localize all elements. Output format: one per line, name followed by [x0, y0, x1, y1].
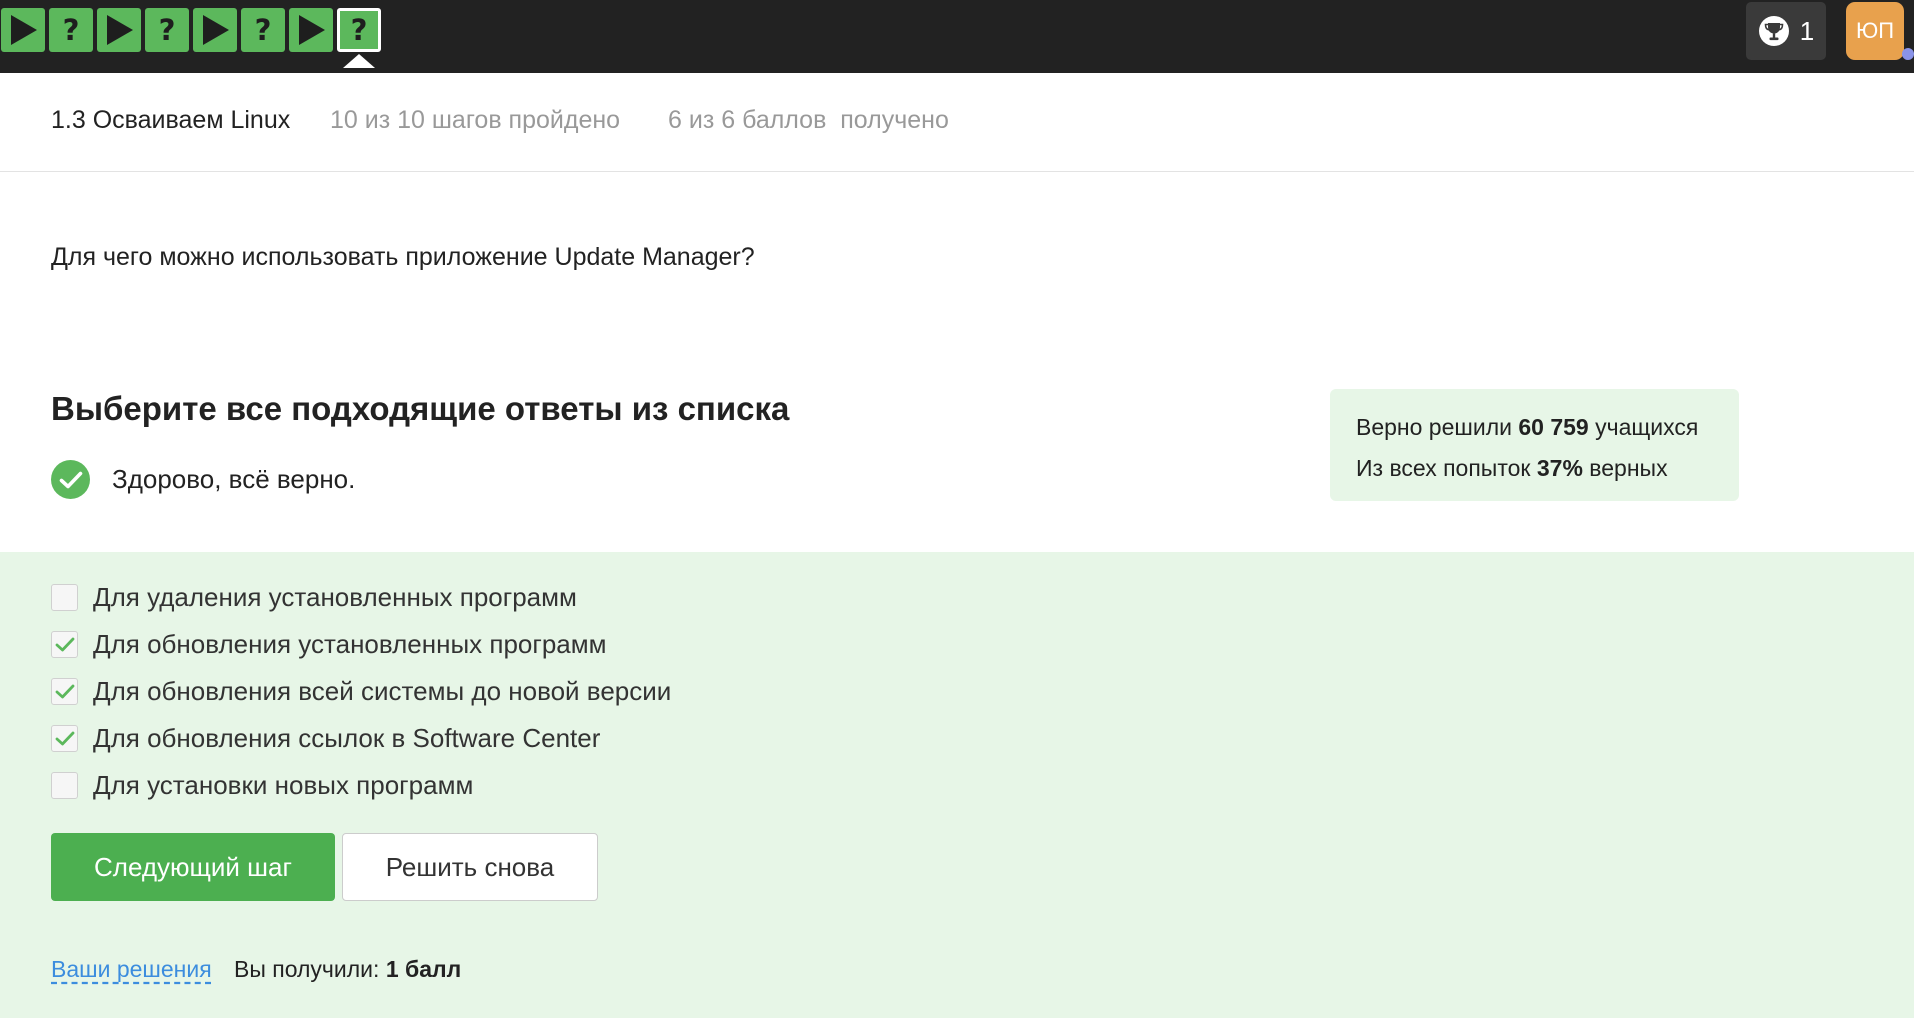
- checkmark-icon: [55, 684, 74, 699]
- play-icon: [11, 15, 37, 45]
- checkbox-unchecked[interactable]: [51, 772, 78, 799]
- next-step-button[interactable]: Следующий шаг: [51, 833, 335, 901]
- step-6-quiz[interactable]: ?: [241, 8, 285, 52]
- option-label: Для удаления установленных программ: [93, 582, 577, 612]
- trophy-count: 1: [1799, 15, 1815, 46]
- answer-option[interactable]: Для установки новых программ: [51, 770, 473, 801]
- step-4-quiz[interactable]: ?: [145, 8, 189, 52]
- checkbox-checked[interactable]: [51, 725, 78, 752]
- option-label: Для установки новых программ: [93, 770, 474, 800]
- solution-stats-panel: Верно решили 60 759 учащихся Из всех поп…: [1330, 389, 1739, 501]
- notification-dot: [1902, 48, 1914, 60]
- solve-again-button[interactable]: Решить снова: [342, 833, 598, 901]
- step-1-video[interactable]: [1, 8, 45, 52]
- lesson-header: 1.3 Осваиваем Linux 10 из 10 шагов пройд…: [0, 73, 1914, 172]
- step-5-video[interactable]: [193, 8, 237, 52]
- score-value: 1 балл: [385, 956, 462, 982]
- answer-heading: Выберите все подходящие ответы из списка: [51, 390, 790, 427]
- option-label: Для обновления всей системы до новой вер…: [93, 676, 672, 706]
- lesson-steps-bar: ? ? ? ?: [1, 8, 381, 68]
- step-7-video[interactable]: [289, 8, 333, 52]
- lesson-title[interactable]: 1.3 Осваиваем Linux: [51, 106, 290, 135]
- option-label: Для обновления ссылок в Software Center: [93, 723, 601, 753]
- play-icon: [203, 15, 229, 45]
- answer-option[interactable]: Для обновления установленных программ: [51, 629, 607, 660]
- question-text: Для чего можно использовать приложение U…: [51, 243, 755, 271]
- step-3-video[interactable]: [97, 8, 141, 52]
- question-mark-icon: ?: [158, 12, 176, 47]
- correct-percentage: 37%: [1536, 455, 1583, 481]
- checkbox-checked[interactable]: [51, 678, 78, 705]
- achievements-button[interactable]: 1: [1746, 2, 1826, 60]
- score-text: Вы получили: 1 балл: [234, 956, 462, 982]
- checkbox-checked[interactable]: [51, 631, 78, 658]
- question-mark-icon: ?: [254, 12, 272, 47]
- answer-option[interactable]: Для обновления всей системы до новой вер…: [51, 676, 671, 707]
- checkmark-icon: [55, 637, 74, 652]
- play-icon: [299, 15, 325, 45]
- step-2-quiz[interactable]: ?: [49, 8, 93, 52]
- play-icon: [107, 15, 133, 45]
- checkbox-unchecked[interactable]: [51, 584, 78, 611]
- top-navigation-bar: ? ? ? ? 1 ЮП: [0, 0, 1914, 73]
- question-mark-icon: ?: [62, 12, 80, 47]
- trophy-icon: [1758, 16, 1789, 46]
- success-message: Здорово, всё верно.: [112, 464, 356, 494]
- check-circle-icon: [51, 460, 90, 499]
- option-label: Для обновления установленных программ: [93, 629, 607, 659]
- current-step-pointer: [343, 54, 375, 68]
- solved-count: 60 759: [1518, 414, 1589, 440]
- stats-attempts-line: Из всех попыток 37% верных: [1356, 455, 1668, 481]
- points-progress: 6 из 6 баллов получено: [668, 106, 949, 134]
- answer-option[interactable]: Для удаления установленных программ: [51, 582, 577, 613]
- success-feedback: Здорово, всё верно.: [51, 460, 355, 499]
- step-8-quiz-current[interactable]: ?: [337, 8, 381, 68]
- answer-option[interactable]: Для обновления ссылок в Software Center: [51, 723, 600, 754]
- checkmark-icon: [55, 731, 74, 746]
- steps-progress: 10 из 10 шагов пройдено: [330, 106, 621, 134]
- your-solutions-link[interactable]: Ваши решения: [51, 956, 212, 983]
- stats-solved-line: Верно решили 60 759 учащихся: [1356, 414, 1699, 440]
- user-avatar[interactable]: ЮП: [1846, 2, 1904, 60]
- question-mark-icon: ?: [350, 12, 368, 47]
